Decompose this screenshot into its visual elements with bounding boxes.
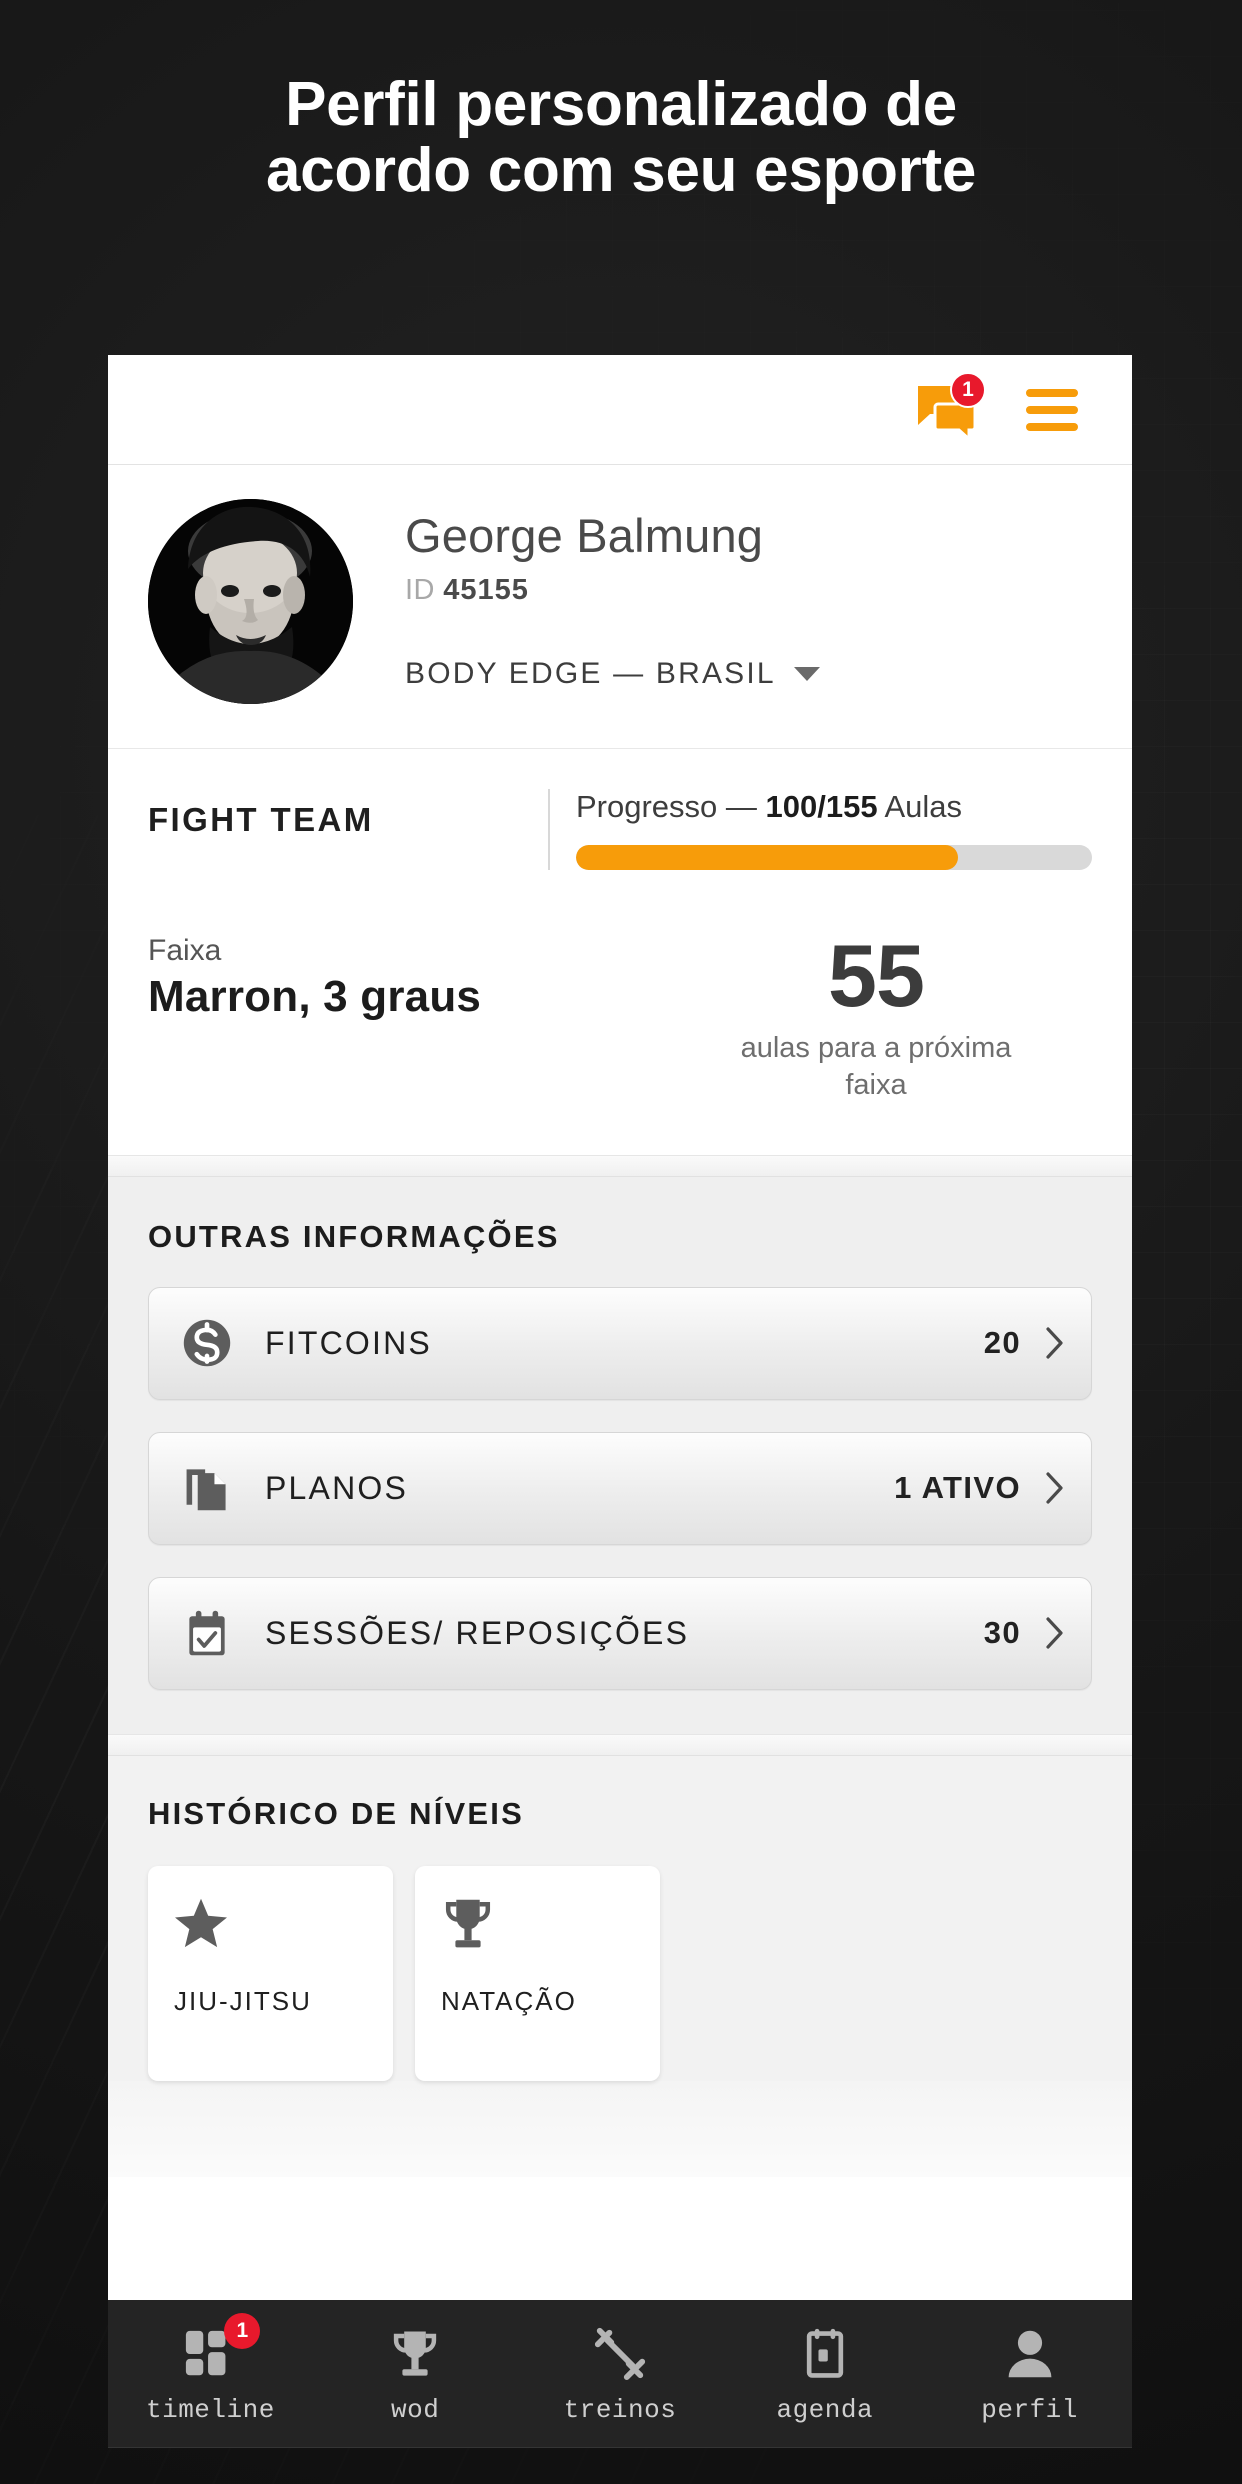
chat-icon[interactable]: 1: [916, 371, 986, 440]
profile-header: George Balmung ID 45155 BODY EDGE — BRAS…: [108, 465, 1132, 749]
star-icon: [174, 1896, 393, 1962]
next-belt-block: 55 aulas para a próxima faixa: [678, 926, 1092, 1103]
hamburger-menu-icon[interactable]: [1026, 388, 1078, 431]
dumbbell-icon: [592, 2323, 648, 2381]
progress-bar: [576, 845, 1092, 870]
belt-block: Faixa Marron, 3 graus: [148, 934, 678, 1022]
chat-badge: 1: [950, 371, 986, 408]
team-selector[interactable]: BODY EDGE — BRASIL: [405, 657, 820, 691]
belt-label: Faixa: [148, 934, 222, 967]
next-belt-text: aulas para a próxima faixa: [678, 1030, 1074, 1103]
section-divider-2: [108, 1733, 1132, 1756]
bottom-navigation: 1 timeline wod treinos agenda perfil: [108, 2300, 1132, 2448]
nav-label: agenda: [776, 2394, 874, 2425]
dollar-coin-icon: [179, 1315, 235, 1371]
profile-id: ID 45155: [405, 574, 820, 607]
list-item-planos[interactable]: PLANOS 1 ATIVO: [148, 1431, 1092, 1545]
promo-headline: Perfil personalizado de acordo com seu e…: [0, 70, 1242, 206]
calendar-icon: [798, 2323, 852, 2381]
progress-label: Progresso — 100/155 Aulas: [576, 789, 1092, 825]
team-name: BODY EDGE — BRASIL: [405, 657, 776, 691]
nav-label: treinos: [563, 2394, 677, 2425]
list-item-label: PLANOS: [265, 1469, 409, 1506]
levels-history-section: HISTÓRICO DE NÍVEIS JIU-JITSU NATAÇÃO: [108, 1755, 1132, 2081]
progress-unit: Aulas: [884, 789, 963, 824]
next-belt-text-line2: faixa: [845, 1068, 907, 1101]
profile-name: George Balmung: [405, 509, 764, 562]
progress-caption: Progresso —: [576, 789, 757, 824]
list-item-fitcoins[interactable]: FITCOINS 20: [148, 1286, 1092, 1400]
progress-value: 100/155: [765, 789, 878, 824]
belt-value: Marron, 3 graus: [148, 972, 482, 1021]
nav-label: timeline: [145, 2394, 275, 2425]
levels-history-title: HISTÓRICO DE NÍVEIS: [148, 1795, 524, 1831]
other-info-title: OUTRAS INFORMAÇÕES: [148, 1218, 560, 1254]
nav-label: wod: [391, 2394, 440, 2425]
phone-screen: 1 George Balmung ID 45155 BODY EDGE — BR…: [108, 355, 1132, 2448]
level-card-label: JIU-JITSU: [174, 1985, 312, 2016]
list-item-label: SESSÕES/ REPOSIÇÕES: [265, 1614, 690, 1651]
profile-id-label: ID: [405, 574, 435, 607]
calendar-check-icon: [179, 1605, 235, 1661]
dashboard-grid-icon: 1: [182, 2312, 261, 2381]
nav-item-perfil[interactable]: perfil: [927, 2323, 1132, 2425]
headline-line-1: Perfil personalizado de: [285, 70, 957, 139]
list-item-value: 30: [983, 1615, 1021, 1651]
progress-block: Progresso — 100/155 Aulas: [548, 789, 1092, 870]
headline-line-2: acordo com seu esporte: [265, 136, 977, 206]
avatar[interactable]: [148, 499, 353, 704]
content-bottom-spacer: [108, 2080, 1132, 2177]
person-icon: [1003, 2323, 1057, 2381]
fight-team-title: FIGHT TEAM: [148, 801, 374, 838]
nav-item-agenda[interactable]: agenda: [722, 2323, 927, 2425]
nav-badge-timeline: 1: [224, 2312, 261, 2349]
documents-icon: [179, 1460, 235, 1516]
progress-bar-fill: [576, 845, 958, 870]
section-divider: [108, 1154, 1132, 1177]
chevron-right-icon: [1045, 1471, 1065, 1505]
list-item-value: 1 ATIVO: [894, 1470, 1021, 1506]
next-belt-count: 55: [828, 926, 925, 1025]
list-item-value: 20: [983, 1325, 1021, 1361]
chevron-down-icon: [793, 667, 820, 682]
other-info-section: OUTRAS INFORMAÇÕES FITCOINS 20 PLANOS 1 …: [108, 1176, 1132, 1734]
app-top-bar: 1: [108, 355, 1132, 465]
profile-id-value: 45155: [443, 574, 529, 607]
trophy-icon: [388, 2323, 442, 2381]
chevron-right-icon: [1045, 1616, 1065, 1650]
fight-team-section: FIGHT TEAM Progresso — 100/155 Aulas Fai…: [108, 749, 1132, 1155]
next-belt-text-line1: aulas para a próxima: [740, 1032, 1012, 1065]
chevron-right-icon: [1045, 1326, 1065, 1360]
nav-label: perfil: [981, 2394, 1078, 2425]
level-card-natacao[interactable]: NATAÇÃO: [415, 1865, 660, 2081]
list-item-label: FITCOINS: [265, 1324, 432, 1361]
list-item-sessoes[interactable]: SESSÕES/ REPOSIÇÕES 30: [148, 1576, 1092, 1690]
trophy-icon: [441, 1896, 660, 1962]
nav-item-timeline[interactable]: 1 timeline: [108, 2312, 313, 2425]
nav-item-treinos[interactable]: treinos: [518, 2323, 723, 2425]
level-card-label: NATAÇÃO: [441, 1985, 577, 2016]
level-card-jiu-jitsu[interactable]: JIU-JITSU: [148, 1865, 393, 2081]
nav-item-wod[interactable]: wod: [313, 2323, 518, 2425]
